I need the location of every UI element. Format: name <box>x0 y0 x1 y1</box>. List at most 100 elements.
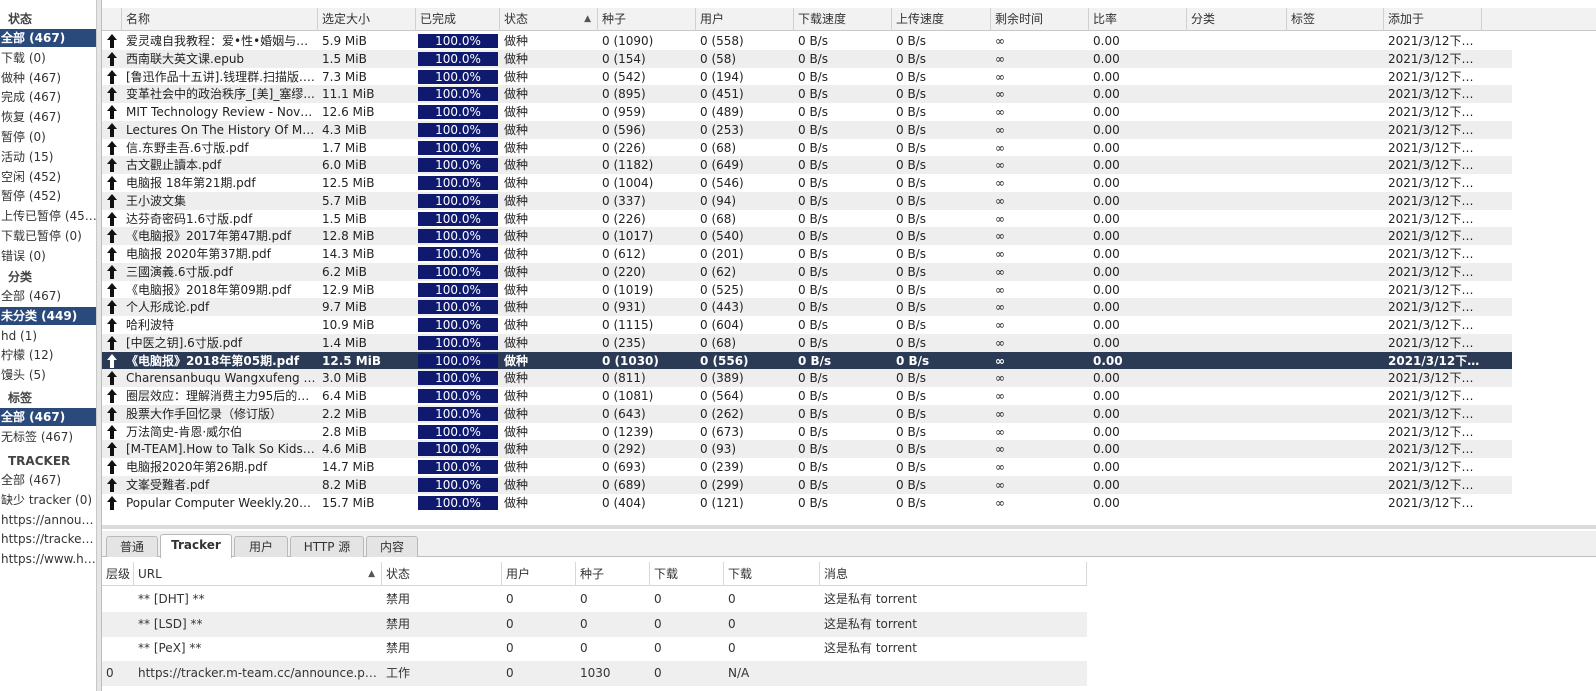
table-row[interactable]: 三國演義.6寸版.pdf 6.2 MiB 100.0% 做种 0 (220) 0 (62)… <box>102 262 1512 281</box>
sidebar-filter-item[interactable]: 完成 (467) <box>0 88 96 106</box>
sidebar-filter-item[interactable]: 无标签 (467) <box>0 428 96 446</box>
table-row[interactable]: 哈利波特 10.9 MiB 100.0% 做种 0 (1115) 0 (604) 0 B/s… <box>102 316 1512 334</box>
sidebar-filter-item[interactable]: https://www.hd.... <box>0 550 96 568</box>
sidebar-filter-item[interactable]: 全部 (467) <box>0 287 96 305</box>
torrent-status: 做种 <box>504 495 529 510</box>
torrent-seeds: 0 (220) <box>602 264 646 279</box>
tab-http-sources[interactable]: HTTP 源 <box>290 536 364 557</box>
column-header[interactable]: 上传速度 <box>892 8 991 31</box>
sidebar-filter-item[interactable]: 暂停 (452) <box>0 187 96 205</box>
column-header[interactable]: 分类 <box>1187 8 1287 31</box>
table-row[interactable]: 西南联大英文课.epub 1.5 MiB 100.0% 做种 0 (154) 0 (58)… <box>102 49 1512 68</box>
column-header[interactable]: 名称 <box>122 8 318 31</box>
sidebar-filter-item[interactable]: https://announce... <box>0 511 96 529</box>
sidebar-filter-item[interactable]: 下载 (0) <box>0 49 96 67</box>
table-row[interactable]: [鲁迅作品十五讲].钱理群.扫描版.pdf 7.3 MiB 100.0% 做种 0 (5… <box>102 68 1512 86</box>
time-remaining: ∞ <box>995 140 1005 155</box>
table-row[interactable]: 《电脑报》2018年第05期.pdf 12.5 MiB 100.0% 做种 0 (103… <box>102 351 1512 370</box>
tracker-column-header[interactable]: URL ▲ <box>134 562 382 586</box>
column-header[interactable]: 状态 ▲ <box>500 8 598 31</box>
sidebar-filter-item[interactable]: 全部 (467) <box>0 29 96 47</box>
tracker-status: 禁用 <box>386 616 411 631</box>
table-row[interactable]: 《电脑报》2018年第09期.pdf 12.9 MiB 100.0% 做种 0 (101… <box>102 281 1512 299</box>
column-header[interactable]: 已完成 <box>416 8 500 31</box>
sidebar-filter-item[interactable]: 全部 (467) <box>0 471 96 489</box>
column-header-label: 选定大小 <box>322 12 371 26</box>
table-row[interactable]: 变革社会中的政治秩序_[美]_塞缪... 11.1 MiB 100.0% 做种 0 (8… <box>102 85 1512 104</box>
tab-general[interactable]: 普通 <box>106 536 158 557</box>
sidebar-filter-item[interactable]: 馒头 (5) <box>0 366 96 384</box>
tracker-column-header[interactable]: 状态 <box>382 562 502 586</box>
panel-resize-handle[interactable] <box>102 525 1596 529</box>
tab-tracker[interactable]: Tracker <box>160 534 232 558</box>
sidebar-filter-item[interactable]: hd (1) <box>0 327 96 345</box>
table-row[interactable]: 电脑报 18年第21期.pdf 12.5 MiB 100.0% 做种 0 (1004) 0… <box>102 174 1512 192</box>
sidebar-filter-item[interactable]: https://tracker.... <box>0 530 96 548</box>
sidebar-filter-item[interactable]: 恢复 (467) <box>0 108 96 126</box>
sidebar-filter-item[interactable]: 活动 (15) <box>0 148 96 166</box>
tracker-column-header[interactable]: 层级 <box>102 562 134 586</box>
column-header[interactable]: 选定大小 <box>318 8 416 31</box>
progress-text: 100.0% <box>435 229 481 244</box>
table-row[interactable]: 爱灵魂自我教程：爱•性•婚姻与友... 5.9 MiB 100.0% 做种 0 (109… <box>102 32 1512 50</box>
table-row[interactable]: 个人形成论.pdf 9.7 MiB 100.0% 做种 0 (931) 0 (443) 0 … <box>102 298 1512 317</box>
column-header[interactable]: 标签 <box>1287 8 1384 31</box>
table-row[interactable]: 信.东野圭吾.6寸版.pdf 1.7 MiB 100.0% 做种 0 (226) 0 (6… <box>102 139 1512 157</box>
tracker-column-header[interactable]: 种子 <box>576 562 650 586</box>
progress-bar: 100.0% <box>418 105 498 119</box>
table-row[interactable]: Lectures On The History Of Moral ... 4.3 … <box>102 120 1512 139</box>
tracker-row[interactable]: 0 https://tracker.m-team.cc/announce.php?… <box>102 660 1087 686</box>
tab-peers[interactable]: 用户 <box>234 536 288 557</box>
column-header[interactable]: 剩余时间 <box>991 8 1089 31</box>
table-row[interactable]: 万法简史-肯恩·威尔伯 2.8 MiB 100.0% 做种 0 (1239) 0 (673… <box>102 423 1512 441</box>
table-row[interactable]: 达芬奇密码1.6寸版.pdf 1.5 MiB 100.0% 做种 0 (226) 0 (6… <box>102 210 1512 228</box>
column-header[interactable]: 比率 <box>1089 8 1187 31</box>
column-header[interactable]: 下载速度 <box>794 8 892 31</box>
table-row[interactable]: 电脑报 2020年第37期.pdf 14.3 MiB 100.0% 做种 0 (612)… <box>102 245 1512 263</box>
tracker-column-header[interactable]: 下载 <box>724 562 820 586</box>
progress-bar: 100.0% <box>418 406 498 421</box>
tracker-row[interactable]: ** [PeX] ** 禁用 0 0 0 0 这是私有 torrent <box>102 636 1087 661</box>
sidebar-filter-item[interactable]: 下载已暂停 (0) <box>0 227 96 245</box>
tab-content[interactable]: 内容 <box>366 536 418 557</box>
torrent-tags <box>1287 494 1384 512</box>
sidebar-filter-item[interactable]: 错误 (0) <box>0 247 96 265</box>
column-header[interactable]: 用户 <box>696 8 794 31</box>
table-row[interactable]: 王小波文集 5.7 MiB 100.0% 做种 0 (337) 0 (94) 0 B/s 0 … <box>102 191 1512 210</box>
sidebar-filter-item[interactable]: 未分类 (449) <box>0 306 96 325</box>
sidebar-filter-item[interactable]: 上传已暂停 (452) <box>0 207 96 225</box>
column-header[interactable]: 种子 <box>598 8 696 31</box>
added-on: 2021/3/12下午... <box>1388 87 1482 102</box>
table-row[interactable]: MIT Technology Review - Novemb... 12.6 Mi… <box>102 103 1512 121</box>
torrent-name: 王小波文集 <box>126 193 187 208</box>
progress-text: 100.0% <box>435 34 481 48</box>
table-row[interactable]: [中医之钥].6寸版.pdf 1.4 MiB 100.0% 做种 0 (235) 0 (6… <box>102 333 1512 352</box>
torrent-category <box>1187 458 1287 476</box>
sidebar-filter-item[interactable]: 做种 (467) <box>0 69 96 87</box>
table-row[interactable]: 电脑报2020年第26期.pdf 14.7 MiB 100.0% 做种 0 (693) 0… <box>102 458 1512 476</box>
table-row[interactable]: Popular Computer Weekly.2021.C... 15.7 Mi… <box>102 494 1512 512</box>
sidebar-filter-item[interactable]: 空闲 (452) <box>0 168 96 186</box>
tracker-row[interactable]: ** [LSD] ** 禁用 0 0 0 0 这是私有 torrent <box>102 611 1087 637</box>
tracker-row[interactable]: ** [DHT] ** 禁用 0 0 0 0 这是私有 torrent <box>102 587 1087 612</box>
sidebar-filter-item[interactable]: 全部 (467) <box>0 408 96 426</box>
table-row[interactable]: Charensanbuqu Wangxufeng Ren... 3.0 MiB 10… <box>102 369 1512 388</box>
sidebar-filter-item[interactable]: 暂停 (0) <box>0 128 96 146</box>
sidebar-filter-item[interactable]: 柠檬 (12) <box>0 346 96 364</box>
tracker-column-header[interactable]: 消息 <box>820 562 1087 586</box>
table-row[interactable]: [M-TEAM].How to Talk So Kids Wil... 4.6 M… <box>102 440 1512 459</box>
download-speed: 0 B/s <box>798 335 828 350</box>
tracker-column-header[interactable]: 下载 <box>650 562 724 586</box>
table-row[interactable]: 文峯受難者.pdf 8.2 MiB 100.0% 做种 0 (689) 0 (299) 0 … <box>102 475 1512 494</box>
sidebar-group-title: 状态 <box>8 12 33 26</box>
added-on: 2021/3/12下午... <box>1388 105 1482 119</box>
sidebar-filter-item[interactable]: 缺少 tracker (0) <box>0 491 96 509</box>
table-row[interactable]: 古文觀止讀本.pdf 6.0 MiB 100.0% 做种 0 (1182) 0 (649)… <box>102 156 1512 175</box>
column-header[interactable]: 添加于 <box>1384 8 1482 31</box>
tracker-column-header[interactable]: 用户 <box>502 562 576 586</box>
table-row[interactable]: 股票大作手回忆录（修订版） 2.2 MiB 100.0% 做种 0 (643) 0 (26… <box>102 404 1512 423</box>
table-row[interactable]: 圈层效应：理解消费主力95后的商... 6.4 MiB 100.0% 做种 0 (108… <box>102 387 1512 405</box>
table-row[interactable]: 《电脑报》2017年第47期.pdf 12.8 MiB 100.0% 做种 0 (101… <box>102 227 1512 246</box>
share-ratio: 0.00 <box>1093 122 1120 137</box>
tracker-column-label: 种子 <box>580 567 605 581</box>
